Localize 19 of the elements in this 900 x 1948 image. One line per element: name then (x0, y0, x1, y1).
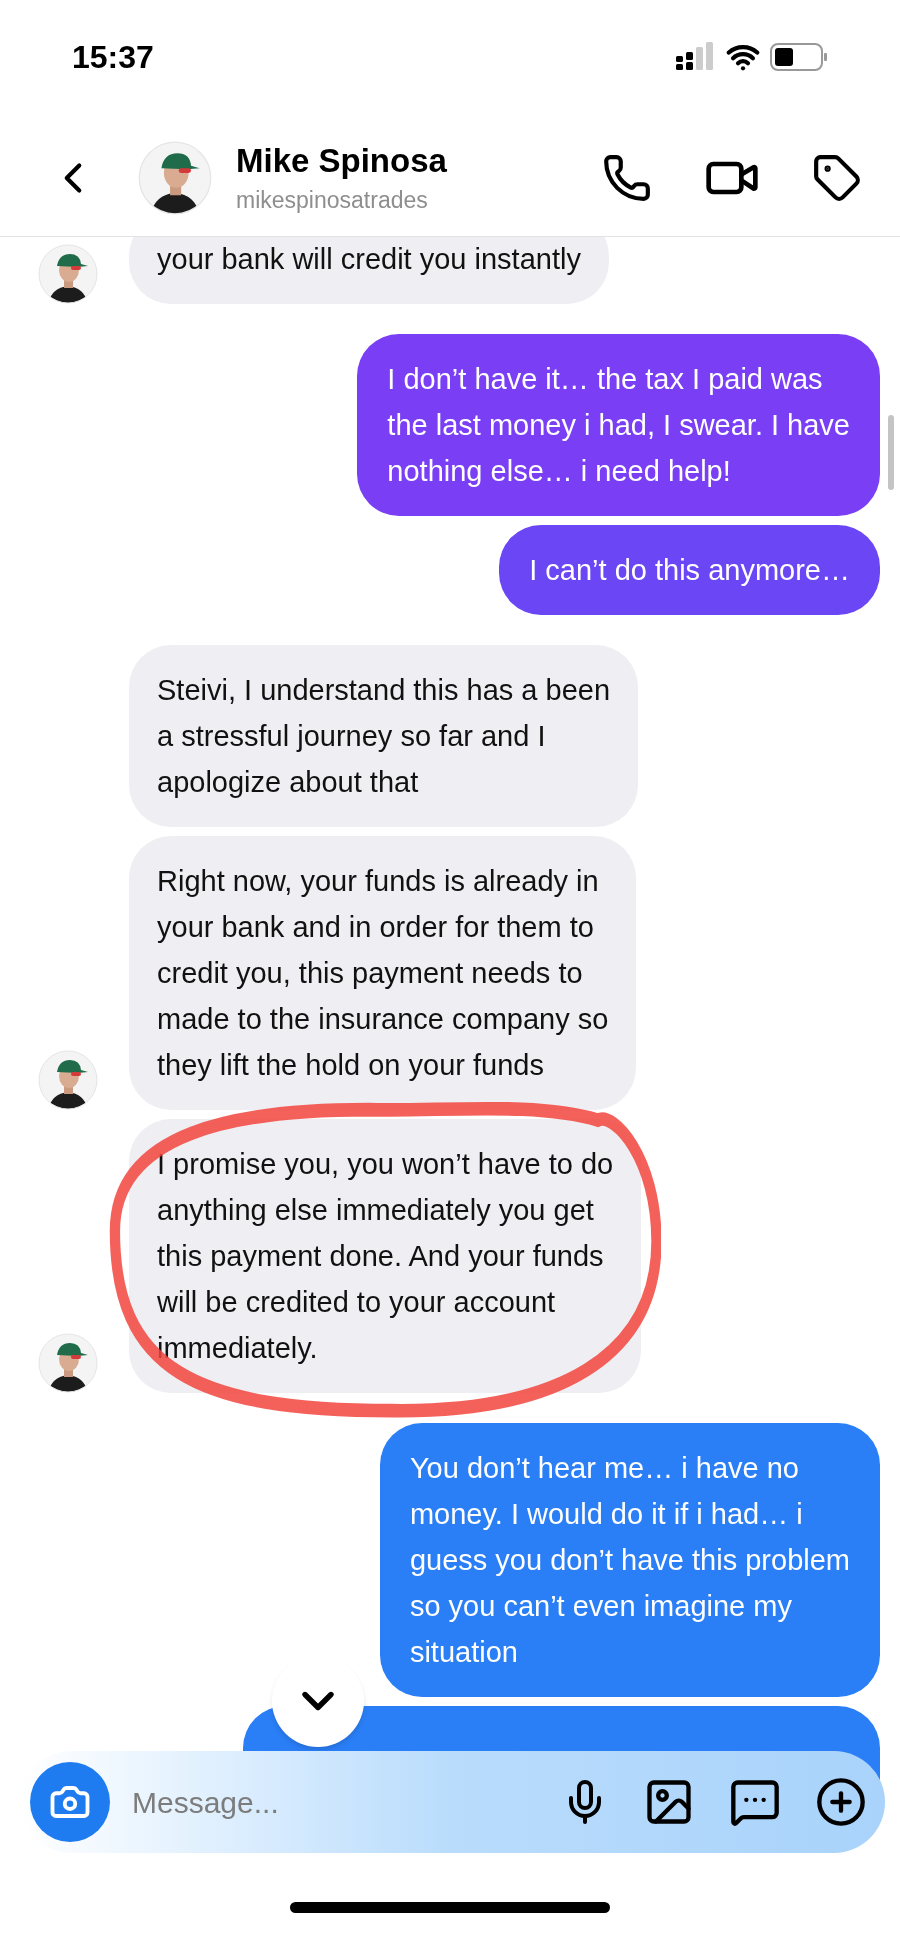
message-text: I promise you, you won’t have to do anything else immediately you get this payment done. And your funds will be credited to your account immediately. (157, 1148, 614, 1364)
signal-icon (676, 42, 716, 72)
message-text: You don’t hear me… i have no money. I would do it if i had… i guess you don’t have this problem so you can’t even imagine my situation (409, 1452, 850, 1668)
add-button[interactable] (815, 1776, 867, 1828)
tag-icon (812, 153, 862, 203)
message-text: I can’t do this anymore… (529, 554, 850, 586)
message-field[interactable]: Message... (132, 1779, 561, 1825)
battery-icon (770, 43, 828, 71)
phone-button[interactable] (602, 153, 652, 203)
message-text: I don’t have it… the tax I paid was the last money i had, I swear. I have nothing else… i need help! (387, 363, 850, 487)
tag-button[interactable] (812, 153, 862, 203)
plus-icon (815, 1776, 867, 1828)
contact-name: Mike Spinosa (236, 141, 447, 181)
message-text: your bank will credit you instantly (157, 243, 581, 275)
contact-username: mikespinosatrades (236, 186, 429, 215)
phone-icon (602, 153, 652, 203)
message-text: Right now, your funds is already in your bank and in order for them to credit you, this payment needs to made to the insurance company so they lift the hold on your funds (157, 865, 609, 1081)
message-text: Steivi, I understand this has a been a stressful journey so far and I apologize about that (157, 674, 610, 798)
status-time: 15:37 (72, 38, 154, 77)
